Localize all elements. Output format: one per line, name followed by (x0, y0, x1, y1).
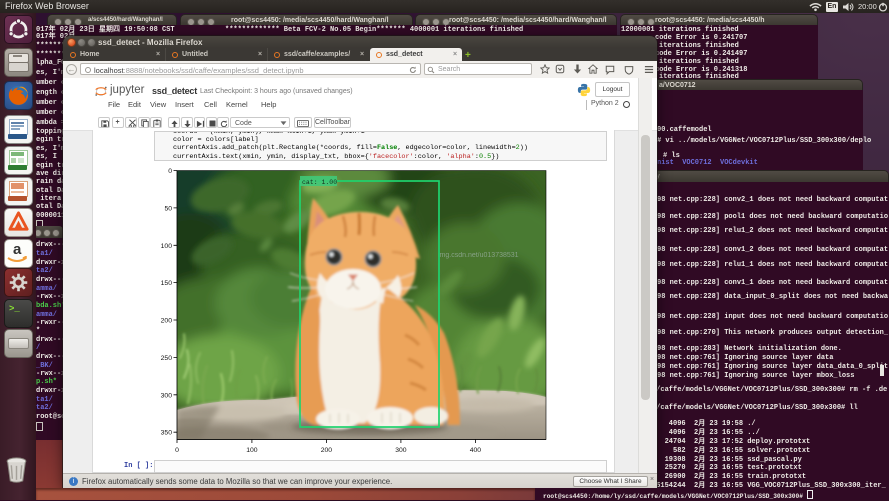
svg-text:400: 400 (470, 447, 482, 454)
svg-text:cat: 1.00: cat: 1.00 (302, 179, 337, 186)
svg-text:100: 100 (246, 447, 258, 454)
svg-text:100: 100 (161, 243, 173, 250)
svg-text:300: 300 (395, 447, 407, 454)
svg-text:50: 50 (164, 205, 172, 212)
svg-text:150: 150 (161, 280, 173, 287)
svg-text:200: 200 (321, 447, 333, 454)
svg-text:0: 0 (168, 168, 172, 175)
svg-text:img.csdn.net/u013738531: img.csdn.net/u013738531 (438, 252, 519, 259)
svg-text:300: 300 (161, 392, 173, 399)
svg-text:250: 250 (161, 355, 173, 362)
svg-text:350: 350 (161, 430, 173, 437)
svg-text:0: 0 (175, 447, 179, 454)
svg-text:200: 200 (161, 318, 173, 325)
